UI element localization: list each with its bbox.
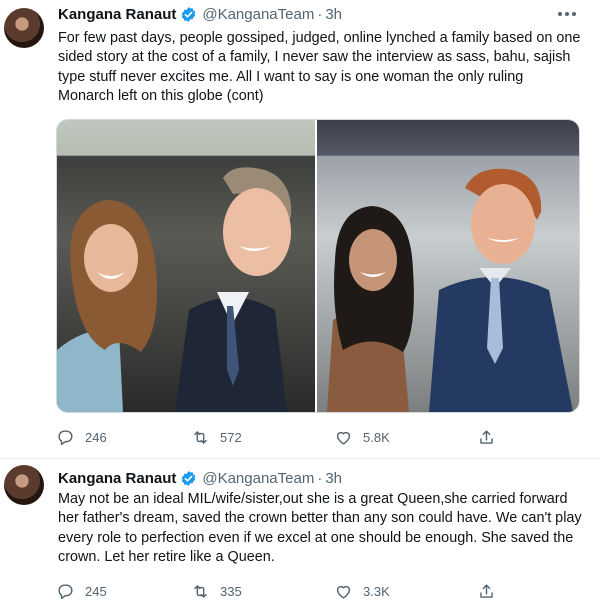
author-name[interactable]: Kangana Ranaut [58, 6, 176, 23]
like-button[interactable]: 3.3K [334, 580, 477, 602]
tweet[interactable]: Kangana Ranaut @KanganaTeam · 3h May not… [0, 459, 600, 611]
tweet[interactable]: Kangana Ranaut @KanganaTeam · 3h For few… [0, 0, 600, 458]
retweet-button[interactable]: 572 [191, 426, 334, 448]
reply-icon [58, 429, 73, 445]
retweet-button[interactable]: 335 [191, 580, 334, 602]
share-button[interactable] [477, 426, 496, 448]
like-icon [336, 585, 351, 599]
author-handle[interactable]: @KanganaTeam [202, 470, 314, 487]
reply-button[interactable]: 246 [56, 426, 191, 448]
tweet-actions: 245 335 3.3K [56, 580, 496, 602]
share-icon [480, 429, 493, 444]
separator-dot: · [317, 5, 323, 23]
tweet-media[interactable] [56, 119, 580, 413]
retweet-count: 572 [220, 429, 242, 445]
reply-button[interactable]: 245 [56, 580, 191, 602]
more-options-icon[interactable] [554, 6, 580, 22]
photo-left-illustration [57, 167, 292, 412]
avatar[interactable] [4, 465, 44, 505]
photo-right-illustration [327, 168, 573, 412]
reply-count: 246 [85, 429, 107, 445]
separator-dot: · [317, 469, 323, 487]
author-name[interactable]: Kangana Ranaut [58, 470, 176, 487]
like-count: 5.8K [363, 429, 390, 445]
tweet-header: Kangana Ranaut @KanganaTeam · 3h [58, 467, 342, 489]
verified-badge-icon [182, 6, 196, 22]
share-button[interactable] [477, 580, 496, 602]
reply-icon [58, 583, 73, 599]
photo-right[interactable] [317, 120, 579, 412]
tweet-text: May not be an ideal MIL/wife/sister,out … [58, 491, 582, 565]
reply-count: 245 [85, 583, 107, 599]
avatar[interactable] [4, 8, 44, 48]
like-button[interactable]: 5.8K [334, 426, 477, 448]
photo-left[interactable] [57, 120, 315, 412]
tweet-time[interactable]: 3h [325, 470, 342, 487]
like-count: 3.3K [363, 583, 390, 599]
retweet-count: 335 [220, 583, 242, 599]
author-handle[interactable]: @KanganaTeam [202, 6, 314, 23]
share-icon [480, 583, 493, 598]
verified-badge-icon [182, 470, 196, 486]
tweet-actions: 246 572 5.8K [56, 426, 496, 448]
retweet-icon [194, 584, 207, 598]
tweet-text: For few past days, people gossiped, judg… [58, 30, 581, 104]
tweet-header: Kangana Ranaut @KanganaTeam · 3h [58, 3, 342, 25]
retweet-icon [194, 430, 207, 444]
tweet-time[interactable]: 3h [325, 6, 342, 23]
like-icon [336, 431, 351, 445]
